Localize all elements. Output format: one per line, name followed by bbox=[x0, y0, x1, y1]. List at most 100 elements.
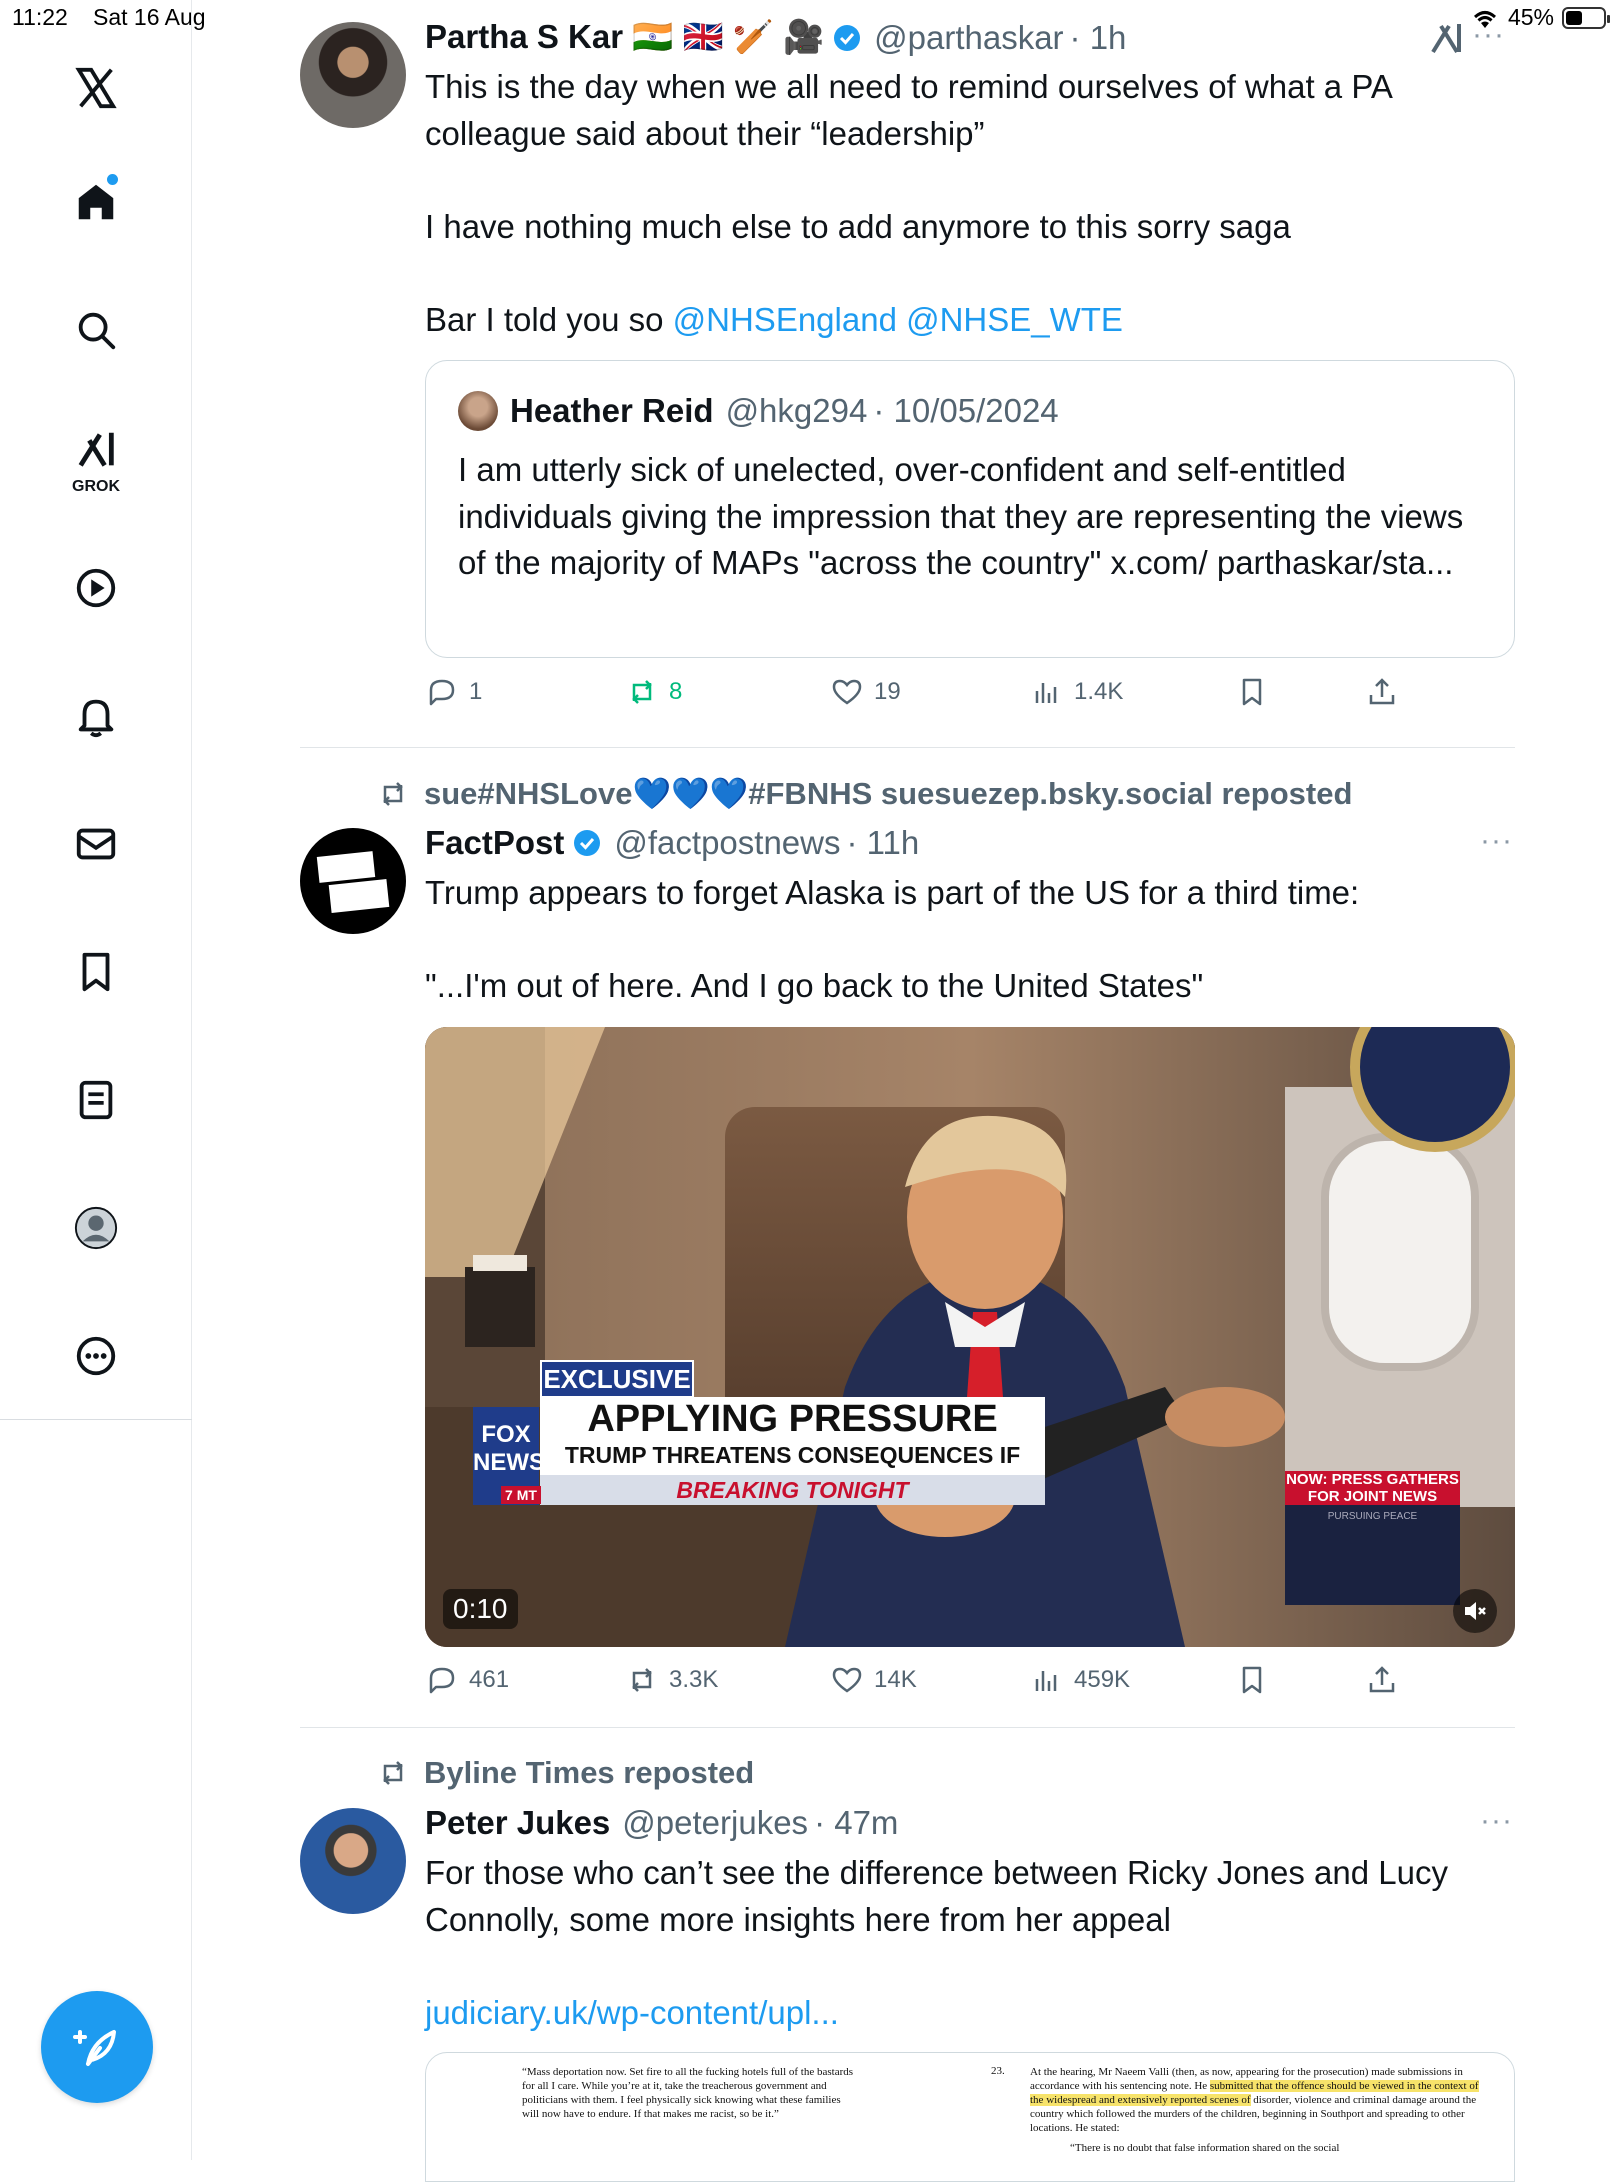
like-button[interactable]: 14K bbox=[830, 1663, 917, 1697]
post-more-icon[interactable]: ··· bbox=[1480, 824, 1513, 858]
quote-text: I am utterly sick of unelected, over-con… bbox=[458, 451, 1464, 581]
doc-right-text: At the hearing, Mr Naeem Valli (then, as… bbox=[1030, 2065, 1485, 2155]
grok-top-icon[interactable] bbox=[1427, 18, 1467, 58]
chyron-headline: APPLYING PRESSURE bbox=[587, 1398, 998, 1440]
heart-icon bbox=[832, 1667, 862, 1693]
post-time[interactable]: · 1h bbox=[1070, 19, 1127, 57]
repost-button[interactable]: 8 bbox=[625, 675, 682, 709]
reply-icon bbox=[429, 679, 455, 706]
reply-icon bbox=[429, 1667, 455, 1694]
author-handle[interactable]: @parthaskar bbox=[874, 19, 1063, 57]
quote-avatar bbox=[458, 391, 498, 431]
views-icon bbox=[1035, 1671, 1057, 1691]
like-count: 19 bbox=[874, 678, 901, 705]
post-text-line: This is the day when we all need to remi… bbox=[425, 68, 1392, 152]
bookmark-icon[interactable] bbox=[70, 946, 122, 998]
repost-indicator[interactable]: sue#NHSLove💙💙💙#FBNHS suesuezep.bsky.soci… bbox=[376, 775, 1352, 812]
play-icon[interactable] bbox=[70, 562, 122, 614]
post-time[interactable]: · 11h bbox=[846, 824, 919, 862]
reply-count: 1 bbox=[469, 678, 483, 705]
avatar[interactable] bbox=[300, 22, 406, 128]
list-icon[interactable] bbox=[70, 1074, 122, 1126]
side-panel-image: PURSUING PEACE bbox=[1285, 1505, 1460, 1605]
share-icon bbox=[1369, 678, 1395, 705]
post-text-line: "...I'm out of here. And I go back to th… bbox=[425, 967, 1204, 1004]
home-notification-dot bbox=[107, 174, 118, 185]
exclusive-tag: EXCLUSIVE bbox=[540, 1360, 694, 1398]
bookmark-button[interactable] bbox=[1235, 1663, 1269, 1697]
repost-icon bbox=[632, 680, 652, 704]
author-handle[interactable]: @factpostnews bbox=[614, 824, 840, 862]
bookmark-icon bbox=[1242, 1666, 1262, 1694]
verified-badge-icon bbox=[574, 830, 601, 856]
doc-left-text: “Mass deportation now. Set fire to all t… bbox=[522, 2066, 854, 2120]
post-actions: 461 3.3K 14K 459K bbox=[425, 1663, 1425, 1709]
quote-header: Heather Reid @hkg294 · 10/05/2024 bbox=[458, 391, 1059, 431]
doc-paragraph-number: 23. bbox=[991, 2065, 1005, 2077]
quote-author-handle: @hkg294 bbox=[725, 392, 868, 429]
x-logo-icon[interactable] bbox=[70, 62, 122, 114]
reply-button[interactable]: 1 bbox=[425, 675, 482, 709]
mute-button[interactable] bbox=[1453, 1589, 1497, 1633]
views-button[interactable]: 459K bbox=[1030, 1663, 1130, 1697]
repost-icon bbox=[383, 781, 403, 806]
repost-button[interactable]: 3.3K bbox=[625, 1663, 718, 1697]
share-button[interactable] bbox=[1365, 675, 1399, 709]
avatar[interactable] bbox=[300, 828, 406, 934]
repost-indicator[interactable]: Byline Times reposted bbox=[376, 1755, 754, 1791]
post-header: Peter Jukes @peterjukes · 47m bbox=[425, 1804, 898, 1842]
factpost-logo-icon bbox=[316, 851, 390, 913]
view-count: 1.4K bbox=[1074, 678, 1124, 705]
reposted-by[interactable]: sue#NHSLove💙💙💙#FBNHS suesuezep.bsky.soci… bbox=[424, 775, 1352, 812]
mention-link[interactable]: @NHSEngland bbox=[673, 301, 897, 338]
reply-count: 461 bbox=[469, 1666, 510, 1693]
link-preview-image[interactable]: “Mass deportation now. Set fire to all t… bbox=[425, 2052, 1515, 2182]
quoted-post[interactable]: Heather Reid @hkg294 · 10/05/2024 I am u… bbox=[425, 360, 1515, 658]
post-actions: 1 8 19 1.4K bbox=[425, 675, 1425, 721]
post-time[interactable]: · 47m bbox=[814, 1804, 898, 1842]
quote-author-name: Heather Reid bbox=[510, 392, 714, 429]
battery-fill bbox=[1566, 10, 1583, 25]
more-icon[interactable] bbox=[70, 1330, 122, 1382]
mention-link[interactable]: @NHSE_WTE bbox=[906, 301, 1123, 338]
doc-right-c: “There is no doubt that false informatio… bbox=[1070, 2142, 1340, 2154]
bookmark-button[interactable] bbox=[1235, 675, 1269, 709]
author-name[interactable]: Partha S Kar 🇮🇳 🇬🇧 🏏 🎥 bbox=[425, 18, 824, 57]
search-icon[interactable] bbox=[70, 304, 122, 356]
repost-count: 3.3K bbox=[669, 1666, 719, 1693]
bell-icon[interactable] bbox=[70, 690, 122, 742]
views-button[interactable]: 1.4K bbox=[1030, 675, 1123, 709]
battery-percent: 45% bbox=[1507, 4, 1554, 30]
breaking-banner: BREAKING TONIGHT bbox=[540, 1475, 1045, 1505]
avatar[interactable] bbox=[300, 1808, 406, 1914]
mail-icon[interactable] bbox=[70, 818, 122, 870]
post-body: For those who can’t see the difference b… bbox=[425, 1850, 1505, 2036]
video-duration: 0:10 bbox=[443, 1589, 518, 1629]
share-button[interactable] bbox=[1365, 1663, 1399, 1697]
like-button[interactable]: 19 bbox=[830, 675, 901, 709]
side-panel-title: NOW: PRESS GATHERS FOR JOINT NEWS CONFER… bbox=[1285, 1471, 1460, 1522]
reply-button[interactable]: 461 bbox=[425, 1663, 509, 1697]
repost-icon bbox=[632, 1668, 652, 1692]
post-more-icon[interactable]: ··· bbox=[1472, 18, 1505, 52]
profile-icon[interactable] bbox=[70, 1202, 122, 1254]
post-text-line: For those who can’t see the difference b… bbox=[425, 1854, 1448, 1938]
repost-count: 8 bbox=[669, 678, 683, 705]
reposted-by[interactable]: Byline Times reposted bbox=[424, 1755, 754, 1791]
post-body: Trump appears to forget Alaska is part o… bbox=[425, 870, 1505, 1010]
post-header: Partha S Kar 🇮🇳 🇬🇧 🏏 🎥 @parthaskar · 1h bbox=[425, 18, 1126, 57]
share-icon bbox=[1369, 1666, 1395, 1693]
post-text-line: Bar I told you so bbox=[425, 300, 664, 338]
grok-icon[interactable] bbox=[70, 424, 122, 476]
external-link[interactable]: judiciary.uk/wp-content/upl... bbox=[425, 1990, 1505, 2037]
like-count: 14K bbox=[874, 1666, 917, 1693]
view-count: 459K bbox=[1074, 1666, 1131, 1693]
post-more-icon[interactable]: ··· bbox=[1480, 1804, 1513, 1838]
author-handle[interactable]: @peterjukes bbox=[622, 1804, 808, 1842]
side-panel-small: PURSUING PEACE bbox=[1327, 1511, 1418, 1522]
compose-button[interactable] bbox=[41, 1991, 153, 2103]
chyron: APPLYING PRESSURE TRUMP THREATENS CONSEQ… bbox=[540, 1397, 1045, 1496]
video-player[interactable]: EXCLUSIVE APPLYING PRESSURE TRUMP THREAT… bbox=[425, 1027, 1515, 1647]
author-name[interactable]: FactPost bbox=[425, 824, 564, 862]
author-name[interactable]: Peter Jukes bbox=[425, 1804, 610, 1842]
